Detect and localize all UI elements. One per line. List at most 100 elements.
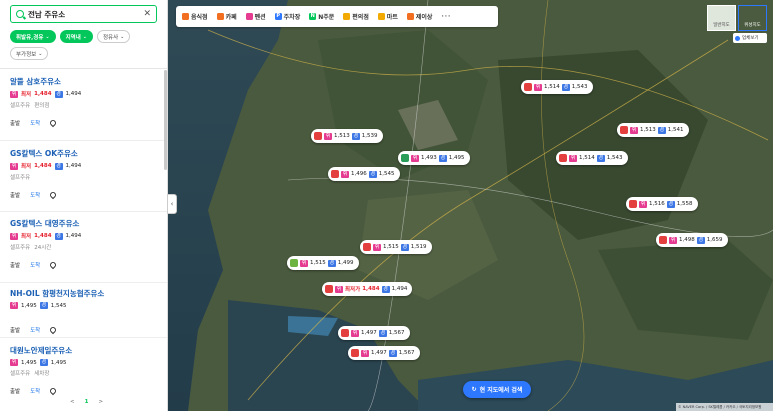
station-marker[interactable]: 휘 1,496 경 1,545 (328, 167, 400, 181)
arrive-button[interactable]: 도착 (30, 387, 40, 395)
normal-map-button[interactable]: 일반지도 (707, 5, 736, 31)
category-restaurant[interactable]: 음식점 (182, 12, 208, 21)
station-marker[interactable]: 휘 1,515 경 1,499 (287, 256, 359, 270)
category-parking[interactable]: P 주차장 (274, 12, 301, 21)
list-item[interactable]: 알뜰 삼호주유소 휘 최저 1,484 경 1,494 셀프주유 편의점 출발 도… (10, 76, 160, 128)
category-mart[interactable]: 마트 (377, 12, 398, 21)
gasoline-tag: 휘 (639, 200, 647, 208)
prev-page-button[interactable]: < (70, 399, 75, 405)
collapse-panel-button[interactable]: ‹ (167, 194, 177, 214)
station-marker[interactable]: 휘 1,513 경 1,539 (311, 129, 383, 143)
map-pin-icon[interactable] (49, 325, 58, 335)
station-marker[interactable]: 휘 1,498 경 1,659 (656, 233, 728, 247)
depart-button[interactable]: 출발 (10, 119, 20, 127)
station-list: 알뜰 삼호주유소 휘 최저 1,484 경 1,494 셀프주유 편의점 출발 도… (0, 69, 167, 411)
cart-icon (377, 13, 385, 20)
station-marker[interactable]: 휘 1,514 경 1,543 (556, 151, 628, 165)
more-categories-button[interactable]: ··· (441, 13, 451, 20)
station-marker[interactable]: 휘 1,516 경 1,558 (626, 197, 698, 211)
map-pin-icon[interactable] (49, 190, 58, 200)
station-meta: 셀프주유 편의점 (10, 101, 160, 109)
category-convenience[interactable]: 편의점 (343, 12, 369, 21)
divider (0, 282, 167, 283)
diesel-tag: 경 (596, 154, 605, 162)
route-actions: 출발 도착 (10, 118, 160, 128)
diesel-tag: 경 (39, 359, 48, 366)
station-meta: 셀프주유 (10, 173, 160, 181)
station-name[interactable]: 알뜰 삼호주유소 (10, 76, 160, 86)
price-row: 휘 최저 1,484 경 1,494 (10, 232, 160, 240)
meta-tag: 셀프주유 (10, 175, 31, 181)
sk-logo-icon (629, 200, 637, 208)
depart-button[interactable]: 출발 (10, 191, 20, 199)
price-row: 휘 1,495 경 1,545 (10, 302, 160, 309)
list-item[interactable]: GS칼텍스 대영주유소 휘 최저 1,484 경 1,494 셀프주유 24시간 … (10, 218, 160, 270)
chevron-down-icon: ⌄ (38, 50, 43, 57)
station-marker[interactable]: 휘 1,497 경 1,567 (338, 326, 410, 340)
arrive-button[interactable]: 도착 (30, 191, 40, 199)
station-marker[interactable]: 휘 1,513 경 1,541 (617, 123, 689, 137)
depart-button[interactable]: 출발 (10, 261, 20, 269)
cup-icon (216, 13, 224, 20)
station-name[interactable]: 대원노안제일주유소 (10, 345, 160, 355)
diesel-price: 1,495 (448, 155, 465, 161)
station-marker[interactable]: 휘 1,514 경 1,543 (521, 80, 593, 94)
list-item[interactable]: 대원노안제일주유소 휘 1,495 경 1,495 셀프주유 세차장 출발 도착 (10, 345, 160, 396)
next-page-button[interactable]: > (98, 399, 103, 405)
station-marker-lowest[interactable]: 휘 최저가 1,484 경 1,494 (322, 282, 413, 296)
close-icon[interactable]: ✕ (143, 9, 151, 19)
price-row: 휘 1,495 경 1,495 (10, 359, 160, 366)
station-marker[interactable]: 휘 1,493 경 1,495 (398, 151, 470, 165)
filter-extra-info[interactable]: 부가정보 ⌄ (10, 47, 49, 60)
category-other[interactable]: 제이상 (406, 12, 432, 21)
results-panel: 전남 주유소 ✕ 휘발유,경유 ⌄ 지역내 ⌄ 정유사 ⌄ 부가정보 ⌄ 알뜰 삼호주유… (0, 0, 168, 411)
diesel-price: 1,519 (410, 244, 427, 250)
arrive-button[interactable]: 도착 (30, 326, 40, 334)
app-root: 전남 주유소 ✕ 휘발유,경유 ⌄ 지역내 ⌄ 정유사 ⌄ 부가정보 ⌄ 알뜰 삼호주유… (0, 0, 773, 411)
station-name[interactable]: NH-OIL 함평천지농협주유소 (10, 288, 160, 298)
category-cafe[interactable]: 카페 (216, 12, 237, 21)
satellite-map-button[interactable]: 위성지도 (738, 5, 767, 31)
station-name[interactable]: GS칼텍스 OK주유소 (10, 148, 160, 158)
category-label: 카페 (225, 14, 237, 21)
depart-button[interactable]: 출발 (10, 326, 20, 334)
filter-region[interactable]: 지역내 ⌄ (59, 30, 93, 43)
map-pin-icon[interactable] (49, 386, 58, 396)
gasoline-tag: 휘 (10, 359, 18, 366)
diesel-tag: 경 (351, 132, 360, 140)
map-pin-icon[interactable] (49, 118, 58, 128)
refresh-icon: ↻ (471, 386, 477, 393)
search-icon (16, 10, 24, 18)
sk-logo-icon (363, 243, 371, 251)
diesel-tag: 경 (438, 154, 447, 162)
arrive-button[interactable]: 도착 (30, 261, 40, 269)
filter-fuel-type[interactable]: 휘발유,경유 ⌄ (10, 30, 56, 43)
search-box[interactable]: 전남 주유소 ✕ (10, 5, 157, 23)
category-label: 주차장 (283, 14, 301, 21)
map-pin-icon[interactable] (49, 260, 58, 270)
gasoline-price: 1,513 (640, 127, 656, 133)
category-pension[interactable]: 펜션 (245, 12, 266, 21)
diesel-price: 1,541 (667, 127, 684, 133)
list-scrollbar[interactable] (164, 70, 167, 170)
diesel-tag: 경 (561, 83, 570, 91)
station-marker[interactable]: 휘 1,515 경 1,519 (360, 240, 432, 254)
search-this-area-button[interactable]: ↻ 현 지도에서 검색 (463, 381, 531, 398)
diesel-tag: 경 (54, 232, 63, 240)
station-marker[interactable]: 휘 1,497 경 1,567 (348, 346, 420, 360)
gasoline-tag: 휘 (351, 329, 359, 337)
station-name[interactable]: GS칼텍스 대영주유소 (10, 218, 160, 228)
search-input[interactable]: 전남 주유소 (28, 9, 143, 20)
category-n-order[interactable]: N N주문 (309, 12, 334, 21)
list-item[interactable]: NH-OIL 함평천지농협주유소 휘 1,495 경 1,545 출발 도착 (10, 288, 160, 335)
category-label: N주문 (318, 14, 335, 21)
current-page[interactable]: 1 (85, 399, 89, 405)
button-label: 현 지도에서 검색 (479, 387, 523, 394)
list-item[interactable]: GS칼텍스 OK주유소 휘 최저 1,484 경 1,494 셀프주유 출발 도착 (10, 148, 160, 200)
gasoline-tag: 휘 (341, 170, 349, 178)
diesel-price: 1,558 (676, 201, 693, 207)
show-business-button[interactable]: 업체보기 (733, 33, 767, 43)
arrive-button[interactable]: 도착 (30, 119, 40, 127)
filter-refiner[interactable]: 정유사 ⌄ (96, 30, 131, 43)
depart-button[interactable]: 출발 (10, 387, 20, 395)
